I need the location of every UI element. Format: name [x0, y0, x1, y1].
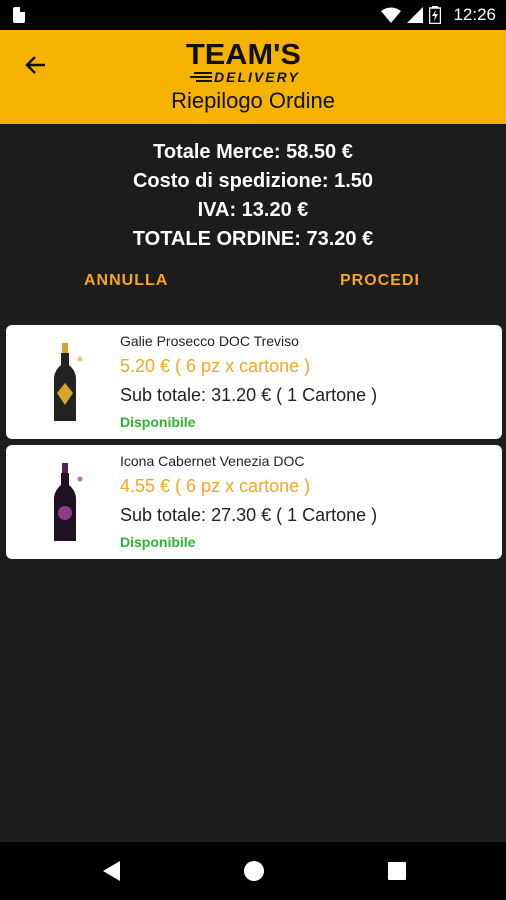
- action-bar: ANNULLA PROCEDI: [0, 272, 506, 296]
- battery-icon: [429, 6, 442, 24]
- cancel-button[interactable]: ANNULLA: [84, 272, 168, 290]
- vat: IVA: 13.20 €: [197, 199, 309, 221]
- status-time: 12:26: [453, 5, 496, 24]
- availability-status: Disponibile: [120, 534, 196, 550]
- status-bar: 12:26: [0, 0, 506, 30]
- navigation-bar: [0, 842, 506, 900]
- back-arrow-icon: [25, 56, 45, 74]
- cabernet-bottle-image: [54, 463, 83, 541]
- shipping-cost: Costo di spedizione: 1.50: [132, 170, 374, 192]
- speed-lines-icon: [190, 72, 212, 82]
- wifi-icon: [381, 7, 402, 23]
- sim-card-icon: [13, 7, 25, 23]
- proceed-button[interactable]: PROCEDI: [340, 272, 420, 290]
- item-price: 4.55 € ( 6 pz x cartone ): [120, 476, 311, 496]
- signal-icon: [407, 7, 424, 23]
- item-name: Galie Prosecco DOC Treviso: [120, 333, 299, 349]
- nav-home-button[interactable]: [242, 859, 266, 883]
- order-summary: Totale Merce: 58.50 € Costo di spedizion…: [0, 138, 506, 254]
- nav-back-button[interactable]: [100, 859, 124, 883]
- order-item-card[interactable]: Icona Cabernet Venezia DOC 4.55 € ( 6 pz…: [6, 445, 502, 559]
- item-subtotal: Sub totale: 27.30 € ( 1 Cartone ): [120, 505, 378, 525]
- page-title: Riepilogo Ordine: [171, 88, 335, 113]
- total-goods: Totale Merce: 58.50 €: [153, 141, 353, 163]
- back-button[interactable]: [20, 50, 50, 80]
- item-subtotal: Sub totale: 31.20 € ( 1 Cartone ): [120, 385, 378, 405]
- logo-delivery: DELIVERY: [214, 69, 300, 85]
- logo-team: TEAM'S: [186, 39, 301, 71]
- order-total: TOTALE ORDINE: 73.20 €: [132, 228, 374, 250]
- nav-recent-icon: [388, 862, 406, 880]
- prosecco-bottle-image: [54, 343, 83, 421]
- nav-back-icon: [103, 861, 120, 881]
- item-price: 5.20 € ( 6 pz x cartone ): [120, 356, 311, 376]
- availability-status: Disponibile: [120, 414, 196, 430]
- order-item-card[interactable]: Galie Prosecco DOC Treviso 5.20 € ( 6 pz…: [6, 325, 502, 439]
- nav-recent-button[interactable]: [385, 859, 409, 883]
- nav-home-icon: [244, 861, 264, 881]
- item-name: Icona Cabernet Venezia DOC: [120, 453, 305, 469]
- logo: TEAM'S DELIVERY: [186, 40, 324, 90]
- app-bar: TEAM'S DELIVERY Riepilogo Ordine: [0, 30, 506, 124]
